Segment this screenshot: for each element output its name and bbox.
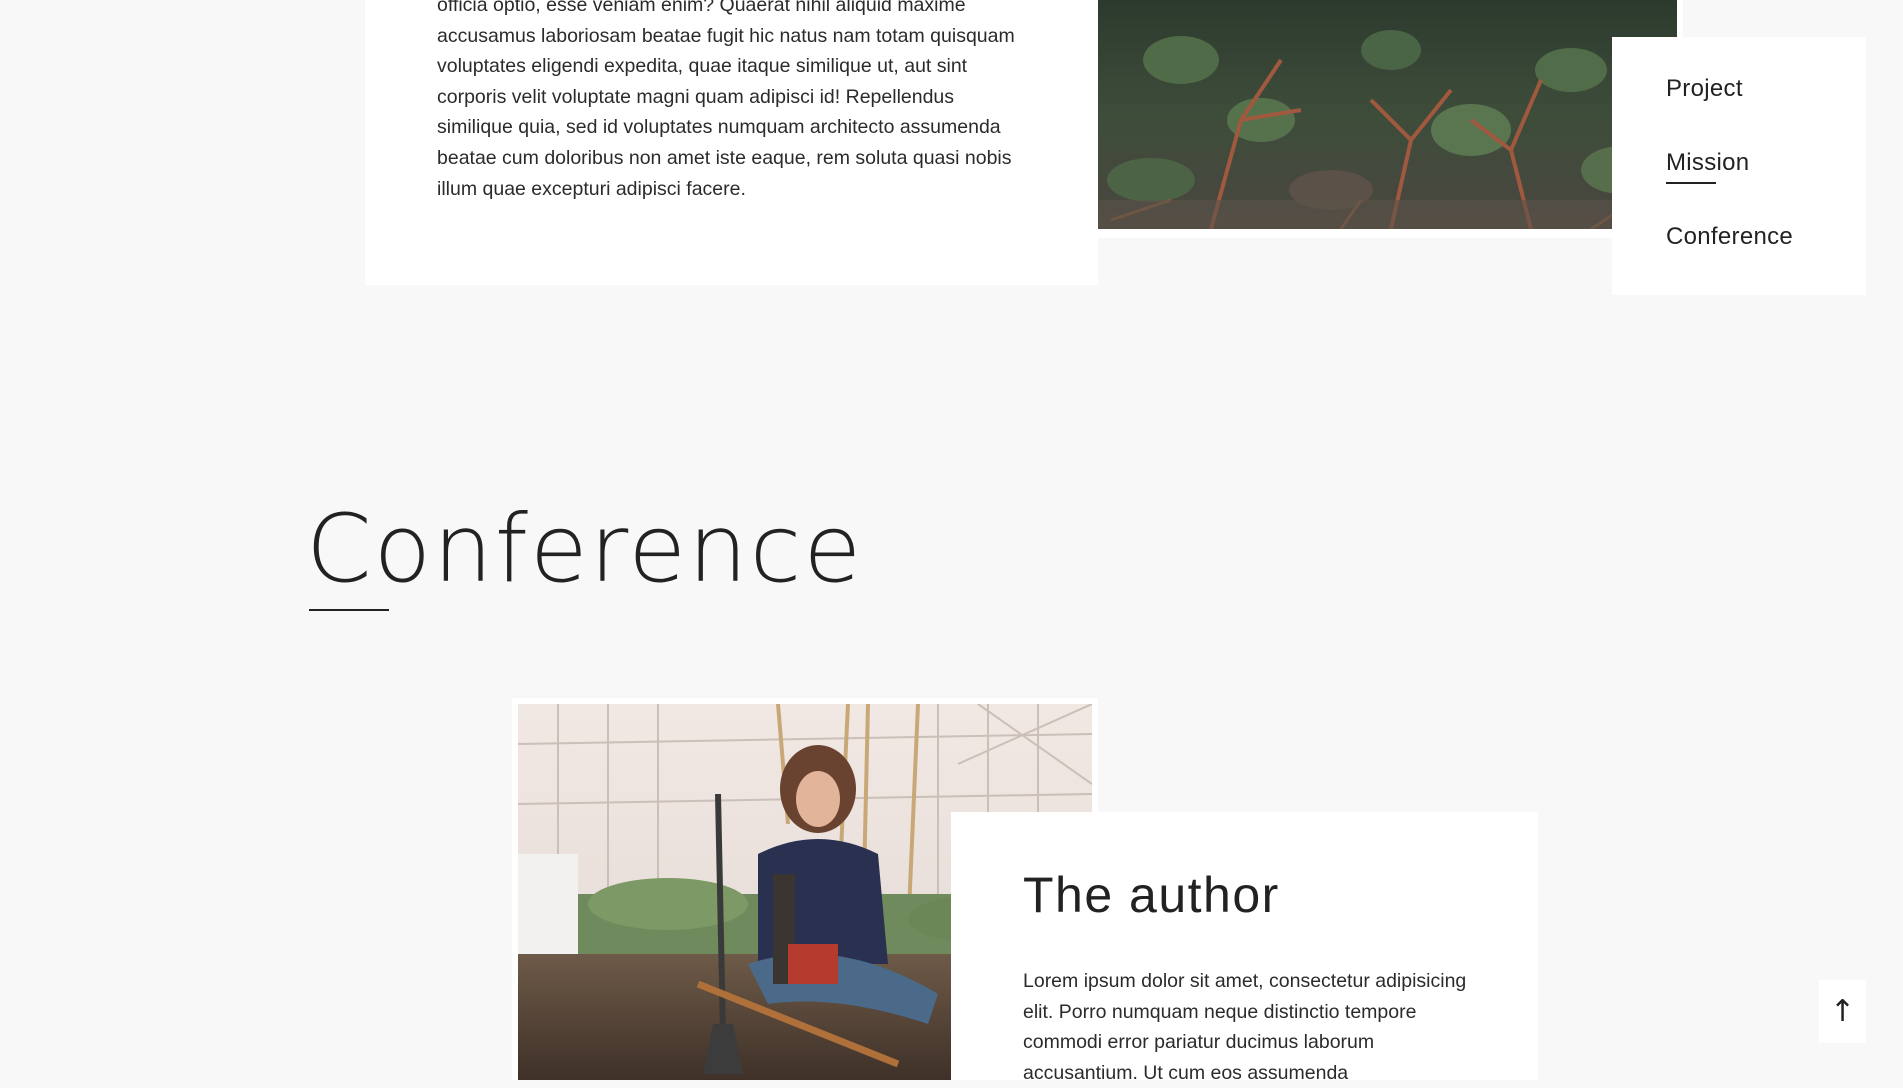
author-paragraph: Lorem ipsum dolor sit amet, consectetur … [1023, 970, 1467, 1084]
nav-item-mission[interactable]: Mission [1666, 149, 1749, 177]
section-nav: Project Mission Conference [1612, 37, 1866, 295]
cactus-photo [1091, 0, 1683, 238]
project-text-card: officia optio, esse veniam enim? Quaerat… [365, 0, 1098, 285]
arrow-up-icon: ↑ [1829, 994, 1856, 1029]
project-paragraph: officia optio, esse veniam enim? Quaerat… [437, 0, 1015, 200]
author-card: The author Lorem ipsum dolor sit amet, c… [951, 812, 1538, 1084]
section-title-underline [309, 609, 389, 611]
cactus-photo-image [1091, 0, 1677, 229]
nav-item-project[interactable]: Project [1666, 75, 1743, 103]
author-card-heading: The author [1023, 867, 1280, 923]
back-to-top-button[interactable]: ↑ [1819, 980, 1866, 1043]
nav-active-indicator [1666, 182, 1716, 184]
section-title: Conference [306, 495, 864, 604]
nav-item-conference[interactable]: Conference [1666, 223, 1793, 251]
